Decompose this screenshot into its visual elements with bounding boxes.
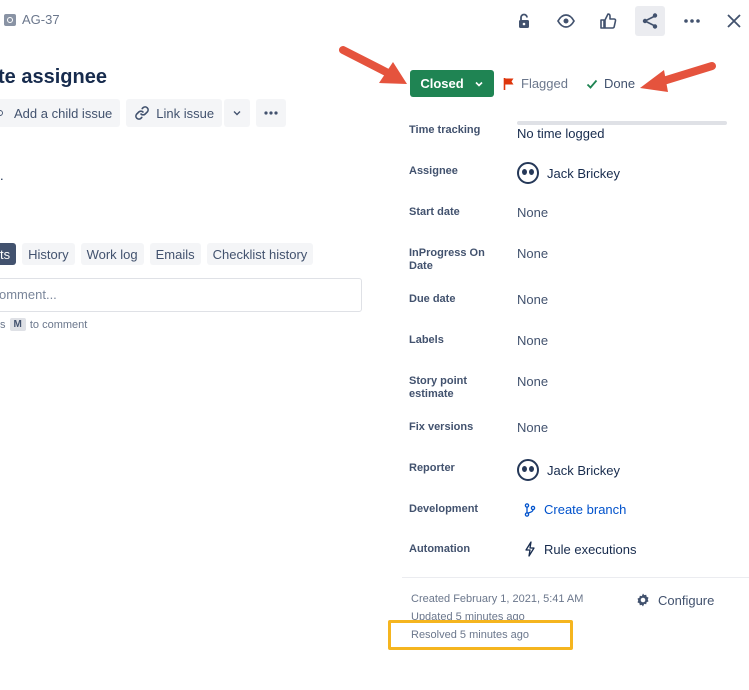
issue-top-actions xyxy=(497,6,749,36)
more-actions-button[interactable] xyxy=(677,6,707,36)
share-icon xyxy=(642,13,658,29)
lightning-icon xyxy=(525,541,535,557)
time-tracking-value[interactable]: No time logged xyxy=(517,126,604,141)
tab-emails[interactable]: Emails xyxy=(149,243,201,265)
tab-work-log[interactable]: Work log xyxy=(80,243,144,265)
link-issue-button[interactable]: Link issue xyxy=(126,99,223,127)
avatar xyxy=(517,162,539,184)
chevron-down-icon xyxy=(233,111,241,116)
reporter-name: Jack Brickey xyxy=(547,462,620,478)
activity-tabs: ts History Work log Emails Checklist his… xyxy=(0,243,314,265)
rule-executions-label: Rule executions xyxy=(544,541,637,557)
issue-type-icon xyxy=(4,13,16,26)
issue-breadcrumb[interactable]: AG-37 xyxy=(4,12,60,27)
status-button[interactable]: Closed xyxy=(410,70,494,97)
story-point-value[interactable]: None xyxy=(517,374,548,389)
reporter-value[interactable]: Jack Brickey xyxy=(517,459,620,481)
add-child-issue-label: Add a child issue xyxy=(14,105,113,121)
tab-comments[interactable]: ts xyxy=(0,243,17,265)
description-text[interactable]: . xyxy=(0,168,4,183)
assignee-name: Jack Brickey xyxy=(547,165,620,181)
created-timestamp: Created February 1, 2021, 5:41 AM xyxy=(411,593,584,605)
annotation-arrow-to-resolution xyxy=(640,62,716,92)
resolved-highlight-box xyxy=(388,620,573,650)
assignee-label: Assignee xyxy=(409,165,458,177)
status-label: Closed xyxy=(420,76,464,91)
link-icon xyxy=(135,106,150,120)
flag-icon xyxy=(503,77,514,90)
lock-button[interactable] xyxy=(509,6,539,36)
close-icon xyxy=(727,14,741,28)
chevron-down-icon xyxy=(475,81,483,87)
flag-indicator[interactable]: Flagged xyxy=(503,76,568,91)
assignee-value[interactable]: Jack Brickey xyxy=(517,162,620,184)
thumbs-up-icon xyxy=(600,13,617,29)
automation-label: Automation xyxy=(409,543,471,555)
more-actions-button[interactable] xyxy=(256,99,287,127)
check-icon xyxy=(586,79,598,89)
comment-input[interactable]: omment... xyxy=(0,278,362,312)
watch-button[interactable] xyxy=(551,6,581,36)
divider xyxy=(402,577,749,578)
close-button[interactable] xyxy=(719,6,749,36)
due-date-value[interactable]: None xyxy=(517,292,548,307)
issue-action-row: Add a child issue Link issue xyxy=(0,99,287,127)
issue-title[interactable]: te assignee xyxy=(0,66,107,89)
tab-history[interactable]: History xyxy=(22,243,75,265)
resolution-indicator: Done xyxy=(586,76,635,91)
tab-checklist-history[interactable]: Checklist history xyxy=(206,243,314,265)
development-label: Development xyxy=(409,503,479,515)
create-branch-label: Create branch xyxy=(544,502,627,517)
configure-button[interactable]: Configure xyxy=(635,592,714,608)
fix-versions-label: Fix versions xyxy=(409,421,474,433)
labels-value[interactable]: None xyxy=(517,333,548,348)
comment-placeholder: omment... xyxy=(0,287,57,302)
eye-icon xyxy=(557,14,575,28)
more-icon xyxy=(264,111,278,115)
more-icon xyxy=(684,19,700,23)
create-branch-link[interactable]: Create branch xyxy=(524,502,626,517)
updated-timestamp: Updated 5 minutes ago xyxy=(411,611,525,620)
time-tracking-label: Time tracking xyxy=(409,124,481,136)
annotation-arrow-to-status xyxy=(339,46,407,84)
rule-executions-link[interactable]: Rule executions xyxy=(524,541,637,557)
branch-icon xyxy=(524,502,536,517)
comment-tip-suffix: to comment xyxy=(29,318,88,331)
inprogress-date-value[interactable]: None xyxy=(517,246,548,261)
vote-button[interactable] xyxy=(593,6,623,36)
due-date-label: Due date xyxy=(409,293,456,305)
link-issue-dropdown[interactable] xyxy=(224,99,251,127)
time-tracking-bar[interactable] xyxy=(517,121,727,125)
keyboard-shortcut-key: M xyxy=(9,318,26,331)
child-issue-icon xyxy=(0,110,3,116)
gear-icon xyxy=(637,593,649,607)
configure-label: Configure xyxy=(658,592,715,608)
avatar xyxy=(517,459,539,481)
start-date-value[interactable]: None xyxy=(517,205,548,220)
lock-icon xyxy=(519,13,529,28)
resolution-label: Done xyxy=(604,76,636,91)
comment-tip-prefix: s xyxy=(0,318,6,331)
fix-versions-value[interactable]: None xyxy=(517,420,548,435)
flag-label: Flagged xyxy=(521,76,568,91)
story-point-label: Story point estimate xyxy=(409,375,468,400)
add-child-issue-button[interactable]: Add a child issue xyxy=(0,99,121,127)
inprogress-date-label: InProgress On Date xyxy=(409,247,485,272)
comment-tip: s M to comment xyxy=(0,318,87,331)
issue-key[interactable]: AG-37 xyxy=(22,12,60,27)
link-issue-label: Link issue xyxy=(156,105,215,121)
share-button[interactable] xyxy=(635,6,665,36)
labels-label: Labels xyxy=(409,334,444,346)
reporter-label: Reporter xyxy=(409,462,455,474)
start-date-label: Start date xyxy=(409,206,460,218)
